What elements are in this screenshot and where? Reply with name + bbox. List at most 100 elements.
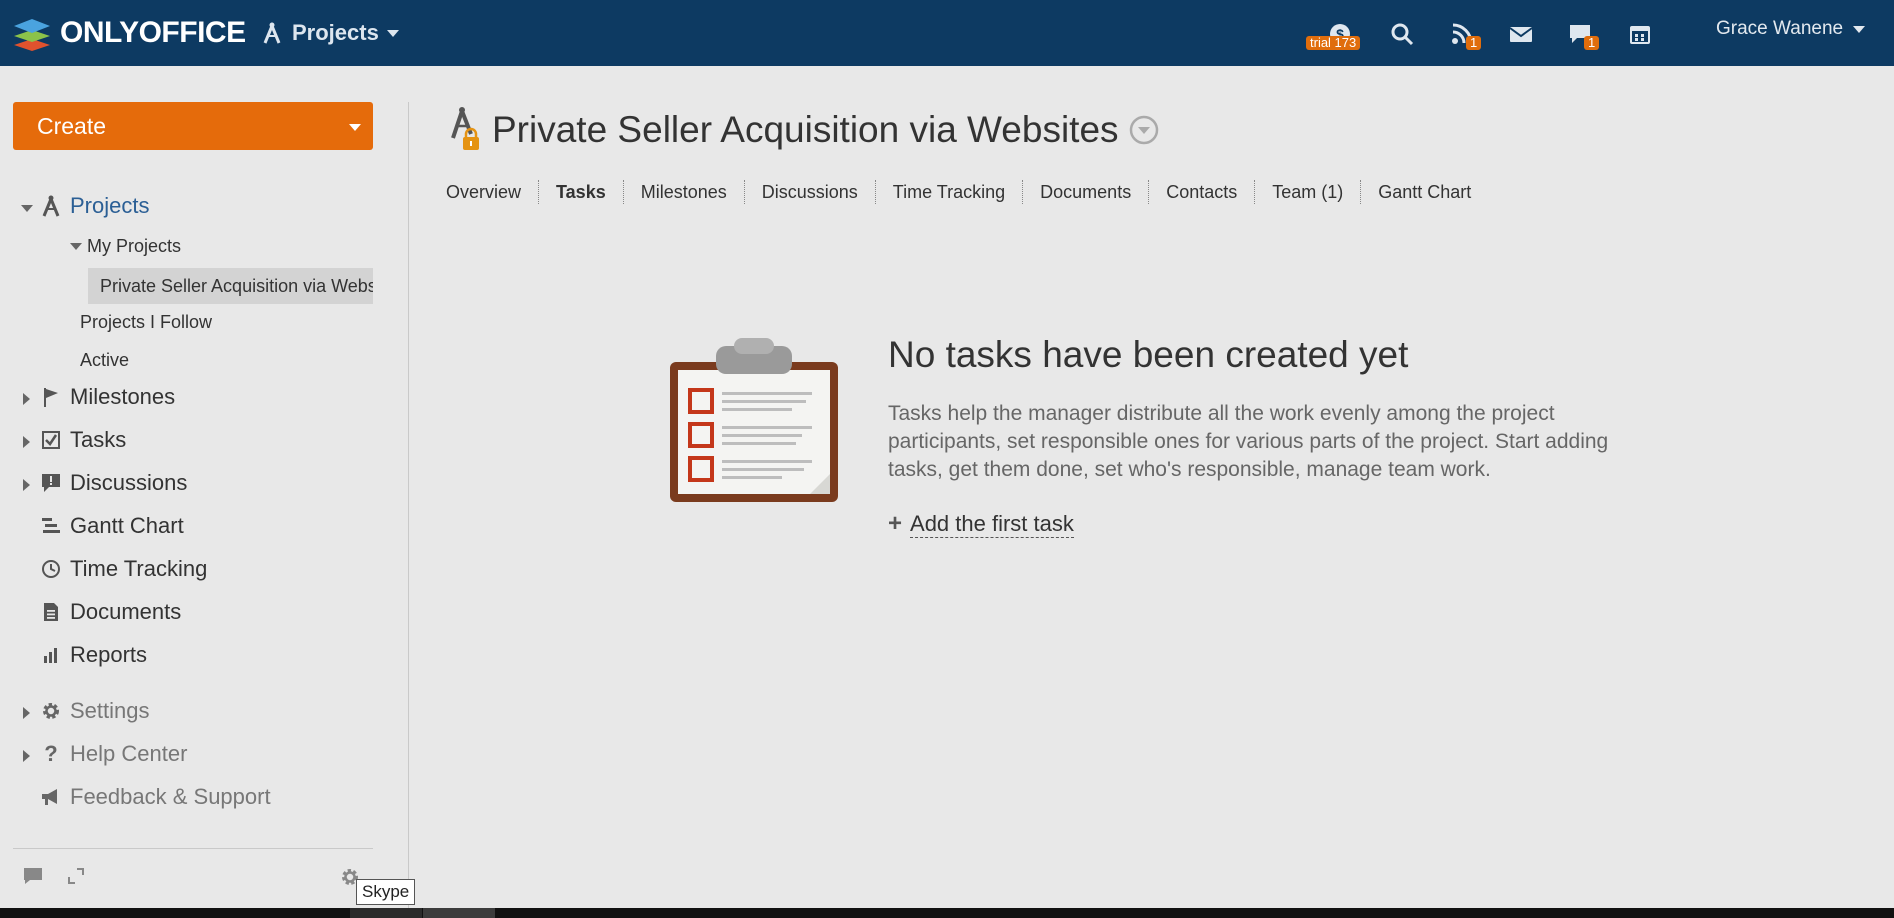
sidebar-item-label: Reports <box>70 642 148 667</box>
feed-badge: 1 <box>1466 36 1482 50</box>
plus-icon: + <box>888 510 903 537</box>
sidebar-item-label: Documents <box>70 599 182 624</box>
payment-button[interactable]: $ trial 173 <box>1306 16 1361 52</box>
tab-discussions[interactable]: Discussions <box>743 180 875 204</box>
calendar-icon <box>1630 26 1650 44</box>
tab-overview[interactable]: Overview <box>446 180 538 204</box>
talk-button[interactable] <box>22 866 44 891</box>
taskbar-strip <box>0 908 1894 918</box>
chevron-down-circle-icon[interactable] <box>1129 115 1159 145</box>
clipboard-illustration <box>664 334 844 519</box>
create-button[interactable]: Create <box>13 102 373 150</box>
sidebar-item-my-projects[interactable]: My Projects <box>87 236 181 257</box>
gantt-icon <box>40 515 62 537</box>
logo-layers-icon <box>14 19 50 51</box>
sidebar-item-milestones[interactable]: Milestones <box>40 384 175 410</box>
taskbar-segment <box>423 908 495 918</box>
tab-team[interactable]: Team (1) <box>1254 180 1360 204</box>
discussion-icon <box>40 472 62 494</box>
sidebar-item-gantt-chart[interactable]: Gantt Chart <box>40 513 184 539</box>
sidebar-item-label: Help Center <box>70 741 188 766</box>
document-icon <box>40 601 62 623</box>
chat-icon <box>24 868 42 884</box>
sidebar-item-label: Tasks <box>70 427 127 452</box>
expand-arrow-icon[interactable] <box>23 479 30 491</box>
question-icon: ? <box>44 741 58 766</box>
taskbar-segment <box>350 908 422 918</box>
sidebar-item-projects[interactable]: Projects <box>40 193 149 219</box>
tab-tasks[interactable]: Tasks <box>538 180 623 204</box>
chat-badge: 1 <box>1584 36 1600 50</box>
clipboard-icon <box>670 338 838 502</box>
calendar-button[interactable] <box>1622 16 1658 52</box>
search-button[interactable] <box>1384 16 1420 52</box>
projects-icon <box>263 22 281 44</box>
user-menu[interactable]: Grace Wanene <box>1716 18 1866 40</box>
feed-button[interactable]: 1 <box>1444 16 1482 52</box>
expand-arrow-icon[interactable] <box>23 707 30 719</box>
collapse-arrow-icon[interactable] <box>21 205 33 212</box>
sidebar-item-label: Projects <box>70 193 150 218</box>
sidebar-item-selected-project[interactable]: Private Seller Acquisition via Websites <box>88 268 373 304</box>
sidebar-item-documents[interactable]: Documents <box>40 599 181 625</box>
expand-icon <box>68 868 84 884</box>
skype-tooltip: Skype <box>356 879 416 905</box>
chevron-down-icon <box>1853 25 1866 33</box>
projects-icon <box>40 195 62 217</box>
sidebar-item-active[interactable]: Active <box>80 350 129 371</box>
empty-state-description: Tasks help the manager distribute all th… <box>888 402 1609 481</box>
empty-state-title: No tasks have been created yet <box>888 334 1409 375</box>
module-label: Projects <box>292 20 379 45</box>
sidebar-item-settings[interactable]: Settings <box>40 698 150 724</box>
search-icon <box>1391 23 1414 46</box>
gear-icon <box>40 700 62 722</box>
create-label: Create <box>37 112 107 139</box>
trial-badge: trial 173 <box>1306 36 1361 50</box>
chevron-down-icon <box>386 29 399 37</box>
sidebar-separator <box>408 102 409 908</box>
user-name: Grace Wanene <box>1716 18 1844 39</box>
expand-arrow-icon[interactable] <box>23 750 30 762</box>
sidebar: Create Projects My Projects Private Sell… <box>0 66 410 908</box>
sidebar-item-label: Settings <box>70 698 150 723</box>
sidebar-item-label: Discussions <box>70 470 188 495</box>
sidebar-item-time-tracking[interactable]: Time Tracking <box>40 556 207 582</box>
sidebar-item-help-center[interactable]: ? Help Center <box>40 741 187 767</box>
sidebar-item-feedback[interactable]: Feedback & Support <box>40 784 271 810</box>
sidebar-item-label: Feedback & Support <box>70 784 271 809</box>
sidebar-item-label: Time Tracking <box>70 556 208 581</box>
mail-button[interactable] <box>1503 16 1539 52</box>
sidebar-item-discussions[interactable]: Discussions <box>40 470 187 496</box>
top-navigation-bar: ONLYOFFICE Projects $ trial 173 1 1 Grac… <box>0 0 1894 66</box>
flag-icon <box>40 386 62 408</box>
bar-chart-icon <box>40 644 62 666</box>
checkbox-icon <box>40 429 62 451</box>
add-first-task-link[interactable]: + Add the first task <box>888 510 1074 538</box>
private-project-icon <box>451 107 479 150</box>
sidebar-item-reports[interactable]: Reports <box>40 642 147 668</box>
expand-arrow-icon[interactable] <box>23 436 30 448</box>
sidebar-item-label: Gantt Chart <box>70 513 184 538</box>
module-switcher[interactable]: Projects <box>262 14 399 52</box>
mail-icon <box>1509 27 1533 42</box>
sidebar-item-label: Private Seller Acquisition via Websites <box>100 276 373 296</box>
sidebar-item-tasks[interactable]: Tasks <box>40 427 126 453</box>
project-header: Private Seller Acquisition via Websites <box>448 104 1159 156</box>
chevron-down-icon[interactable] <box>349 124 361 131</box>
tab-gantt-chart[interactable]: Gantt Chart <box>1360 180 1488 204</box>
clock-icon <box>40 558 62 580</box>
chat-button[interactable]: 1 <box>1562 16 1600 52</box>
page-title: Private Seller Acquisition via Websites <box>492 109 1119 150</box>
megaphone-icon <box>40 786 62 808</box>
add-first-task-label: Add the first task <box>910 510 1074 538</box>
onlyoffice-logo[interactable]: ONLYOFFICE <box>12 12 246 54</box>
tab-contacts[interactable]: Contacts <box>1148 180 1254 204</box>
tab-documents[interactable]: Documents <box>1022 180 1148 204</box>
sidebar-item-label: Milestones <box>70 384 176 409</box>
tab-milestones[interactable]: Milestones <box>622 180 744 204</box>
sidebar-item-projects-i-follow[interactable]: Projects I Follow <box>80 312 212 333</box>
tab-time-tracking[interactable]: Time Tracking <box>874 180 1022 204</box>
collapse-arrow-icon[interactable] <box>70 243 82 250</box>
expand-button[interactable] <box>66 866 86 891</box>
expand-arrow-icon[interactable] <box>23 393 30 405</box>
